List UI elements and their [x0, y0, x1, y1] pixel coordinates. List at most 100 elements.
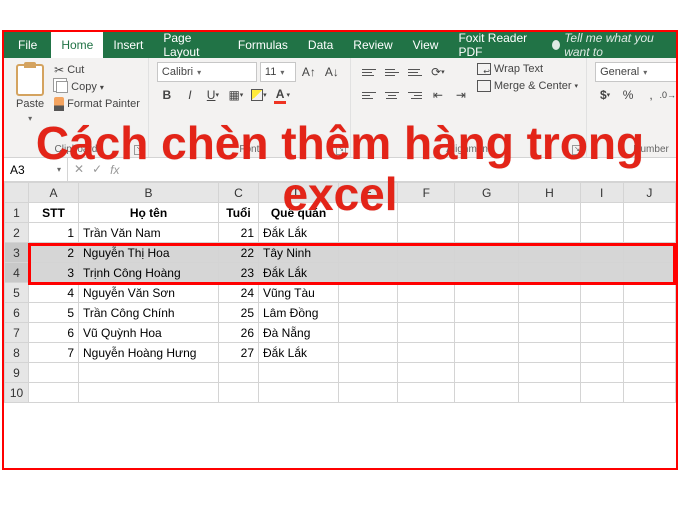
- cell[interactable]: [580, 243, 623, 263]
- cell[interactable]: 4: [29, 283, 79, 303]
- cell[interactable]: [580, 363, 623, 383]
- cell[interactable]: [29, 363, 79, 383]
- increase-font-button[interactable]: A↑: [299, 62, 319, 82]
- cell[interactable]: [339, 323, 398, 343]
- font-size-select[interactable]: 11▾: [260, 62, 296, 82]
- cell[interactable]: [580, 323, 623, 343]
- cell[interactable]: [455, 343, 519, 363]
- cell[interactable]: [580, 383, 623, 403]
- underline-button[interactable]: U▾: [203, 85, 223, 105]
- cell[interactable]: [79, 383, 219, 403]
- tab-insert[interactable]: Insert: [103, 32, 153, 58]
- column-header-G[interactable]: G: [455, 183, 519, 203]
- tab-review[interactable]: Review: [343, 32, 402, 58]
- cell[interactable]: 5: [29, 303, 79, 323]
- decrease-font-button[interactable]: A↓: [322, 62, 342, 82]
- cell[interactable]: 21: [219, 223, 259, 243]
- cell[interactable]: [259, 363, 339, 383]
- cell[interactable]: 6: [29, 323, 79, 343]
- column-header-I[interactable]: I: [580, 183, 623, 203]
- cell[interactable]: [398, 383, 455, 403]
- row-header-10[interactable]: 10: [5, 383, 29, 403]
- cell[interactable]: [623, 323, 675, 343]
- cell[interactable]: Đắk Lắk: [259, 223, 339, 243]
- cell[interactable]: [623, 263, 675, 283]
- cell[interactable]: Nguyễn Thị Hoa: [79, 243, 219, 263]
- column-header-H[interactable]: H: [519, 183, 581, 203]
- paste-button[interactable]: Paste: [12, 62, 48, 142]
- cell[interactable]: [455, 363, 519, 383]
- column-header-B[interactable]: B: [79, 183, 219, 203]
- cell[interactable]: [580, 343, 623, 363]
- cell[interactable]: [455, 243, 519, 263]
- cell[interactable]: Vũng Tàu: [259, 283, 339, 303]
- cell[interactable]: 25: [219, 303, 259, 323]
- align-center-button[interactable]: [382, 85, 402, 105]
- cell[interactable]: Trịnh Công Hoàng: [79, 263, 219, 283]
- cell[interactable]: [455, 203, 519, 223]
- cell[interactable]: 2: [29, 243, 79, 263]
- format-painter-button[interactable]: Format Painter: [54, 96, 140, 112]
- wrap-text-button[interactable]: Wrap Text: [477, 62, 578, 76]
- comma-format-button[interactable]: ,: [641, 85, 661, 105]
- column-header-F[interactable]: F: [398, 183, 455, 203]
- cell[interactable]: [519, 383, 581, 403]
- align-middle-button[interactable]: [382, 62, 402, 82]
- cut-button[interactable]: ✂Cut: [54, 62, 140, 78]
- cell[interactable]: [398, 263, 455, 283]
- cell[interactable]: [580, 283, 623, 303]
- italic-button[interactable]: I: [180, 85, 200, 105]
- increase-indent-button[interactable]: ⇥: [451, 85, 471, 105]
- cell[interactable]: 3: [29, 263, 79, 283]
- cell[interactable]: [259, 383, 339, 403]
- table-row[interactable]: 1STTHọ tênTuổiQuê quán: [5, 203, 676, 223]
- row-header-8[interactable]: 8: [5, 343, 29, 363]
- cell[interactable]: [580, 223, 623, 243]
- paste-dropdown-caret[interactable]: [28, 112, 32, 124]
- cell[interactable]: 26: [219, 323, 259, 343]
- cell[interactable]: [519, 223, 581, 243]
- cell[interactable]: [339, 303, 398, 323]
- increase-decimal-button[interactable]: .0→.00: [664, 85, 678, 105]
- row-header-9[interactable]: 9: [5, 363, 29, 383]
- merge-center-button[interactable]: Merge & Center▾: [477, 79, 578, 93]
- cell[interactable]: [219, 383, 259, 403]
- cell[interactable]: Đắk Lắk: [259, 343, 339, 363]
- row-header-5[interactable]: 5: [5, 283, 29, 303]
- cell[interactable]: [398, 223, 455, 243]
- name-box[interactable]: A3▾: [4, 158, 68, 181]
- tab-foxit-reader-pdf[interactable]: Foxit Reader PDF: [448, 32, 546, 58]
- cell[interactable]: Trần Công Chính: [79, 303, 219, 323]
- cell[interactable]: [219, 363, 259, 383]
- cell[interactable]: [398, 323, 455, 343]
- cell[interactable]: [580, 203, 623, 223]
- cell[interactable]: Nguyễn Hoàng Hưng: [79, 343, 219, 363]
- column-header-J[interactable]: J: [623, 183, 675, 203]
- cell[interactable]: 1: [29, 223, 79, 243]
- cell[interactable]: Tuổi: [219, 203, 259, 223]
- cell[interactable]: [623, 243, 675, 263]
- column-header-D[interactable]: D: [259, 183, 339, 203]
- number-format-select[interactable]: General▾: [595, 62, 678, 82]
- select-all-corner[interactable]: [5, 183, 29, 203]
- column-header-C[interactable]: C: [219, 183, 259, 203]
- tab-page-layout[interactable]: Page Layout: [153, 32, 228, 58]
- tell-me-search[interactable]: Tell me what you want to: [546, 32, 676, 58]
- tab-view[interactable]: View: [403, 32, 449, 58]
- cell[interactable]: [339, 283, 398, 303]
- table-row[interactable]: 65Trần Công Chính25Lâm Đồng: [5, 303, 676, 323]
- cell[interactable]: [519, 243, 581, 263]
- cell[interactable]: 23: [219, 263, 259, 283]
- table-row[interactable]: 43Trịnh Công Hoàng23Đắk Lắk: [5, 263, 676, 283]
- row-header-6[interactable]: 6: [5, 303, 29, 323]
- align-left-button[interactable]: [359, 85, 379, 105]
- row-header-1[interactable]: 1: [5, 203, 29, 223]
- alignment-launcher[interactable]: ↘: [572, 145, 582, 155]
- cell[interactable]: [455, 223, 519, 243]
- decrease-indent-button[interactable]: ⇤: [428, 85, 448, 105]
- cell[interactable]: [519, 323, 581, 343]
- cell[interactable]: [455, 303, 519, 323]
- cell[interactable]: [519, 283, 581, 303]
- cell[interactable]: [623, 383, 675, 403]
- cell[interactable]: [623, 303, 675, 323]
